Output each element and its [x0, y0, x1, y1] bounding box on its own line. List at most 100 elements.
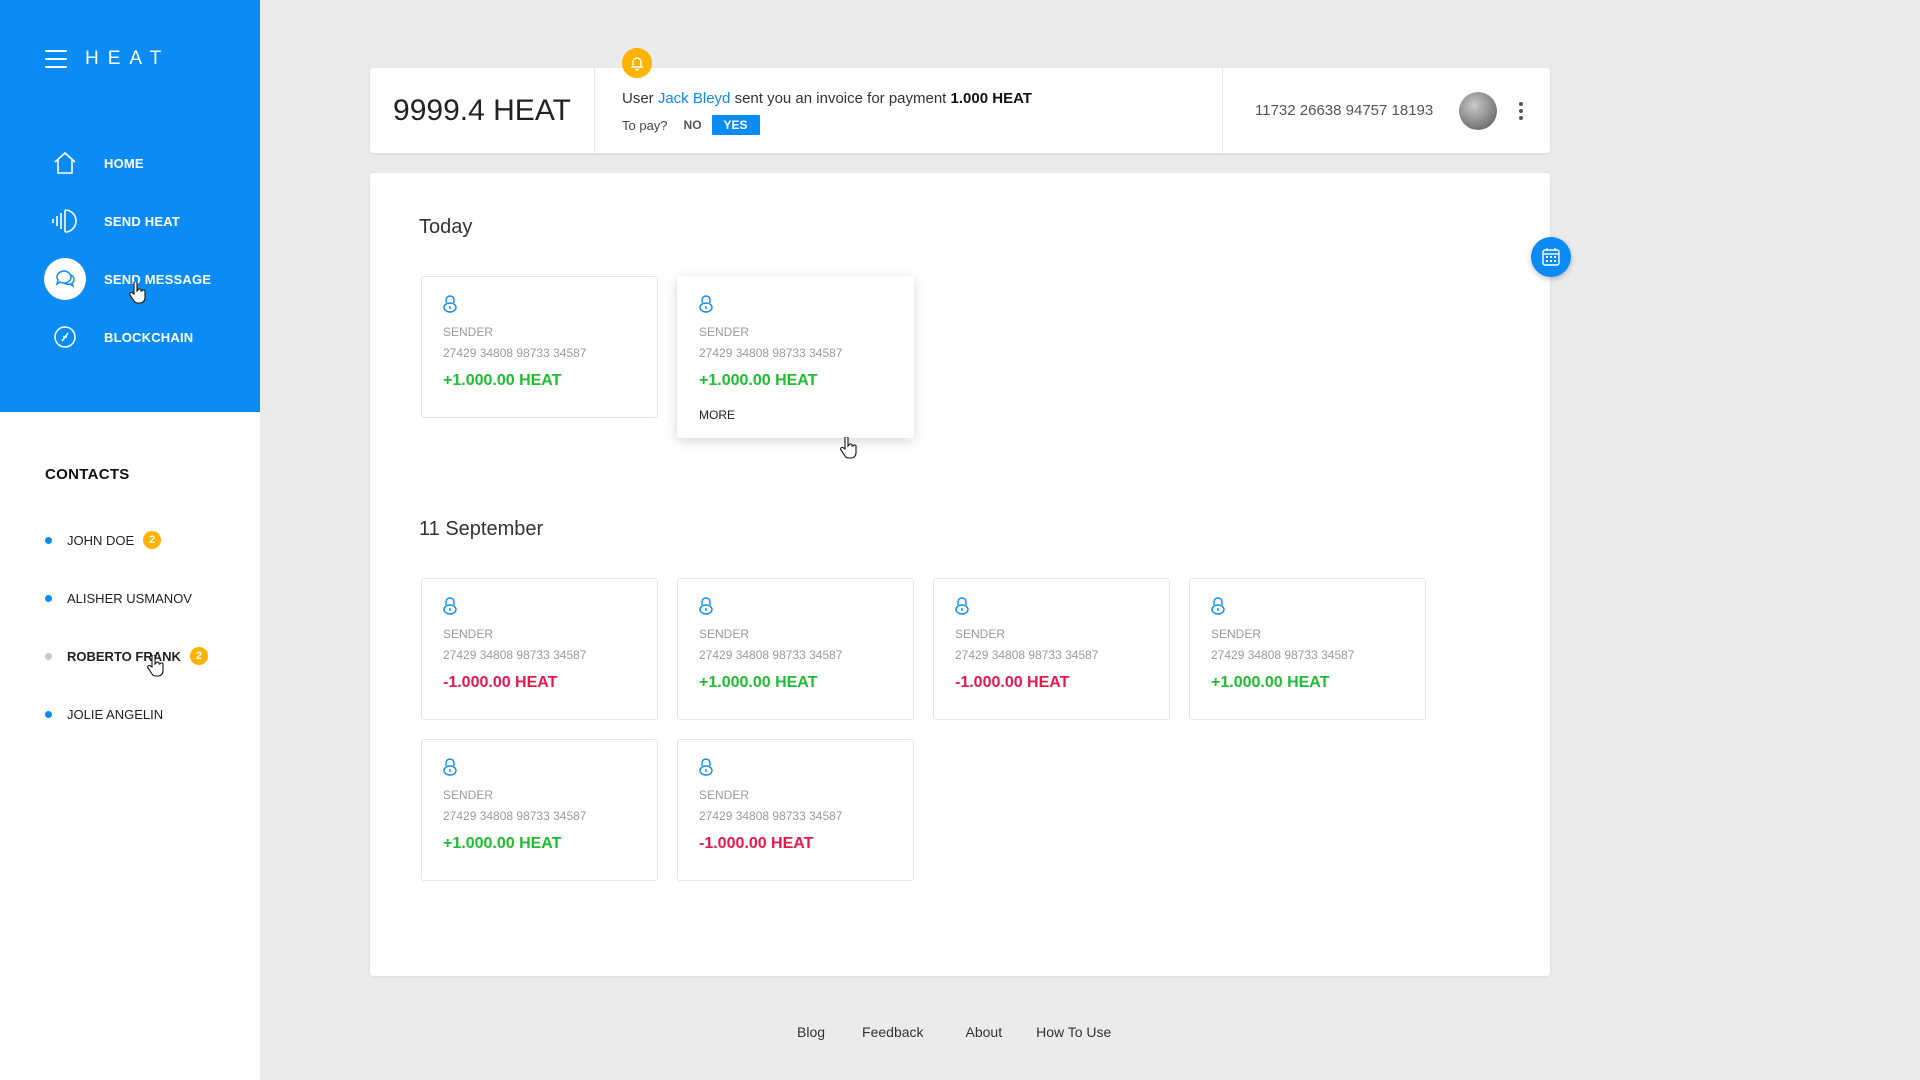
sender-id: 27429 34808 98733 34587 — [699, 346, 843, 360]
transaction-card[interactable]: SENDER 27429 34808 98733 34587 +1.000.00… — [421, 739, 658, 881]
transaction-card[interactable]: SENDER 27429 34808 98733 34587 -1.000.00… — [933, 578, 1170, 720]
transaction-card[interactable]: SENDER 27429 34808 98733 34587 +1.000.00… — [677, 578, 914, 720]
menu-icon[interactable] — [45, 50, 67, 68]
sender-id: 27429 34808 98733 34587 — [443, 648, 587, 662]
nav-item-send-heat[interactable]: SEND HEAT — [44, 192, 211, 250]
section-title-today: Today — [419, 216, 473, 238]
offline-status-dot — [45, 652, 52, 660]
unread-badge: 2 — [143, 531, 162, 549]
contact-list: JOHN DOE 2 ALISHER USMANOV ROBERTO FRANK… — [45, 511, 208, 743]
brand-logo: HEAT — [85, 48, 171, 69]
contact-name: ROBERTO FRANK — [67, 648, 181, 664]
sender-label: SENDER — [699, 325, 750, 339]
sender-id: 27429 34808 98733 34587 — [699, 809, 843, 823]
sender-id: 27429 34808 98733 34587 — [443, 809, 587, 823]
contact-roberto-frank[interactable]: ROBERTO FRANK 2 — [45, 627, 208, 685]
invoice-notification: User Jack Bleyd sent you an invoice for … — [595, 48, 1223, 153]
contacts-section: CONTACTS JOHN DOE 2 ALISHER USMANOV ROBE… — [45, 466, 208, 743]
avatar[interactable] — [1459, 91, 1498, 130]
contacts-title: CONTACTS — [45, 466, 130, 483]
notice-prefix: User — [622, 90, 654, 107]
sender-label: SENDER — [443, 325, 494, 339]
footer-link-about[interactable]: About — [966, 1024, 1003, 1040]
footer-link-how-to-use[interactable]: How To Use — [1036, 1024, 1111, 1040]
sidebar: HEAT HOME SEND HEAT SEND MESSAGE BLOCKCH… — [0, 0, 260, 1080]
online-status-dot — [45, 536, 52, 544]
nav-item-blockchain[interactable]: BLOCKCHAIN — [44, 308, 211, 366]
lock-icon — [443, 597, 457, 615]
transactions-panel: Today SENDER 27429 34808 98733 34587 +1.… — [370, 173, 1550, 976]
section-title-11-september: 11 September — [419, 518, 544, 540]
notice-user-link[interactable]: Jack Bleyd — [658, 90, 731, 107]
calendar-button[interactable] — [1531, 237, 1571, 277]
unread-badge: 2 — [189, 647, 208, 665]
sender-id: 27429 34808 98733 34587 — [1211, 648, 1355, 662]
transaction-card[interactable]: SENDER 27429 34808 98733 34587 -1.000.00… — [421, 578, 658, 720]
account-area: 11732 26638 94757 18193 — [1223, 68, 1550, 153]
sender-label: SENDER — [443, 627, 494, 641]
bell-icon[interactable] — [622, 48, 652, 78]
brand: HEAT — [45, 48, 170, 70]
sender-label: SENDER — [955, 627, 1006, 641]
nav-label-blockchain: BLOCKCHAIN — [104, 329, 194, 345]
lock-icon — [699, 295, 713, 313]
sender-id: 27429 34808 98733 34587 — [443, 346, 587, 360]
blockchain-icon — [44, 316, 86, 358]
footer: Blog Feedback About How To Use — [797, 1024, 1111, 1040]
account-id: 11732 26638 94757 18193 — [1255, 102, 1434, 119]
sender-label: SENDER — [699, 627, 750, 641]
pay-question: To pay? — [622, 117, 668, 133]
lock-icon — [1211, 597, 1225, 615]
nav-label-send-message: SEND MESSAGE — [104, 271, 212, 287]
balance: 9999.4 HEAT — [370, 68, 595, 153]
online-status-dot — [45, 594, 52, 602]
notice-middle: sent you an invoice for payment — [734, 90, 947, 107]
transaction-card[interactable]: SENDER 27429 34808 98733 34587 +1.000.00… — [421, 276, 658, 418]
sidebar-header: HEAT HOME SEND HEAT SEND MESSAGE BLOCKCH… — [0, 0, 260, 412]
nav-item-send-message[interactable]: SEND MESSAGE — [44, 250, 211, 308]
lock-icon — [955, 597, 969, 615]
message-icon — [44, 258, 86, 300]
transaction-card[interactable]: SENDER 27429 34808 98733 34587 +1.000.00… — [1189, 578, 1426, 720]
online-status-dot — [45, 710, 52, 718]
calendar-icon — [1542, 248, 1560, 266]
lock-icon — [699, 758, 713, 776]
transaction-card[interactable]: SENDER 27429 34808 98733 34587 -1.000.00… — [677, 739, 914, 881]
decline-button[interactable]: NO — [684, 118, 702, 132]
main-nav: HOME SEND HEAT SEND MESSAGE BLOCKCHAIN — [44, 134, 211, 366]
contact-name: ALISHER USMANOV — [67, 590, 192, 606]
sender-label: SENDER — [1211, 627, 1262, 641]
transaction-amount: +1.000.00 HEAT — [699, 674, 818, 691]
more-options-icon[interactable] — [1515, 100, 1527, 122]
top-bar: 9999.4 HEAT User Jack Bleyd sent you an … — [370, 48, 1550, 153]
transaction-amount: +1.000.00 HEAT — [443, 835, 562, 852]
sender-id: 27429 34808 98733 34587 — [699, 648, 843, 662]
transaction-amount: +1.000.00 HEAT — [699, 372, 818, 389]
send-heat-icon — [44, 200, 86, 242]
transaction-amount: -1.000.00 HEAT — [699, 835, 814, 852]
sender-label: SENDER — [443, 788, 494, 802]
contact-john-doe[interactable]: JOHN DOE 2 — [45, 511, 208, 569]
transaction-amount: -1.000.00 HEAT — [955, 674, 1070, 691]
contact-jolie-angelin[interactable]: JOLIE ANGELIN — [45, 685, 208, 743]
september-cards: SENDER 27429 34808 98733 34587 -1.000.00… — [421, 578, 1461, 881]
nav-label-send-heat: SEND HEAT — [104, 213, 180, 229]
more-link[interactable]: MORE — [699, 408, 913, 422]
nav-item-home[interactable]: HOME — [44, 134, 211, 192]
footer-link-feedback[interactable]: Feedback — [862, 1024, 923, 1040]
transaction-amount: +1.000.00 HEAT — [1211, 674, 1330, 691]
transaction-amount: -1.000.00 HEAT — [443, 674, 558, 691]
today-cards: SENDER 27429 34808 98733 34587 +1.000.00… — [421, 276, 1461, 438]
contact-name: JOLIE ANGELIN — [67, 706, 164, 722]
sender-id: 27429 34808 98733 34587 — [955, 648, 1099, 662]
transaction-amount: +1.000.00 HEAT — [443, 372, 562, 389]
footer-link-blog[interactable]: Blog — [797, 1024, 825, 1040]
contact-name: JOHN DOE — [67, 532, 135, 548]
pay-button[interactable]: YES — [711, 115, 760, 135]
home-icon — [44, 142, 86, 184]
lock-icon — [699, 597, 713, 615]
transaction-card-hovered[interactable]: SENDER 27429 34808 98733 34587 +1.000.00… — [677, 276, 914, 438]
contact-alisher-usmanov[interactable]: ALISHER USMANOV — [45, 569, 208, 627]
pay-prompt: To pay? NO YES — [622, 115, 1222, 135]
lock-icon — [443, 758, 457, 776]
